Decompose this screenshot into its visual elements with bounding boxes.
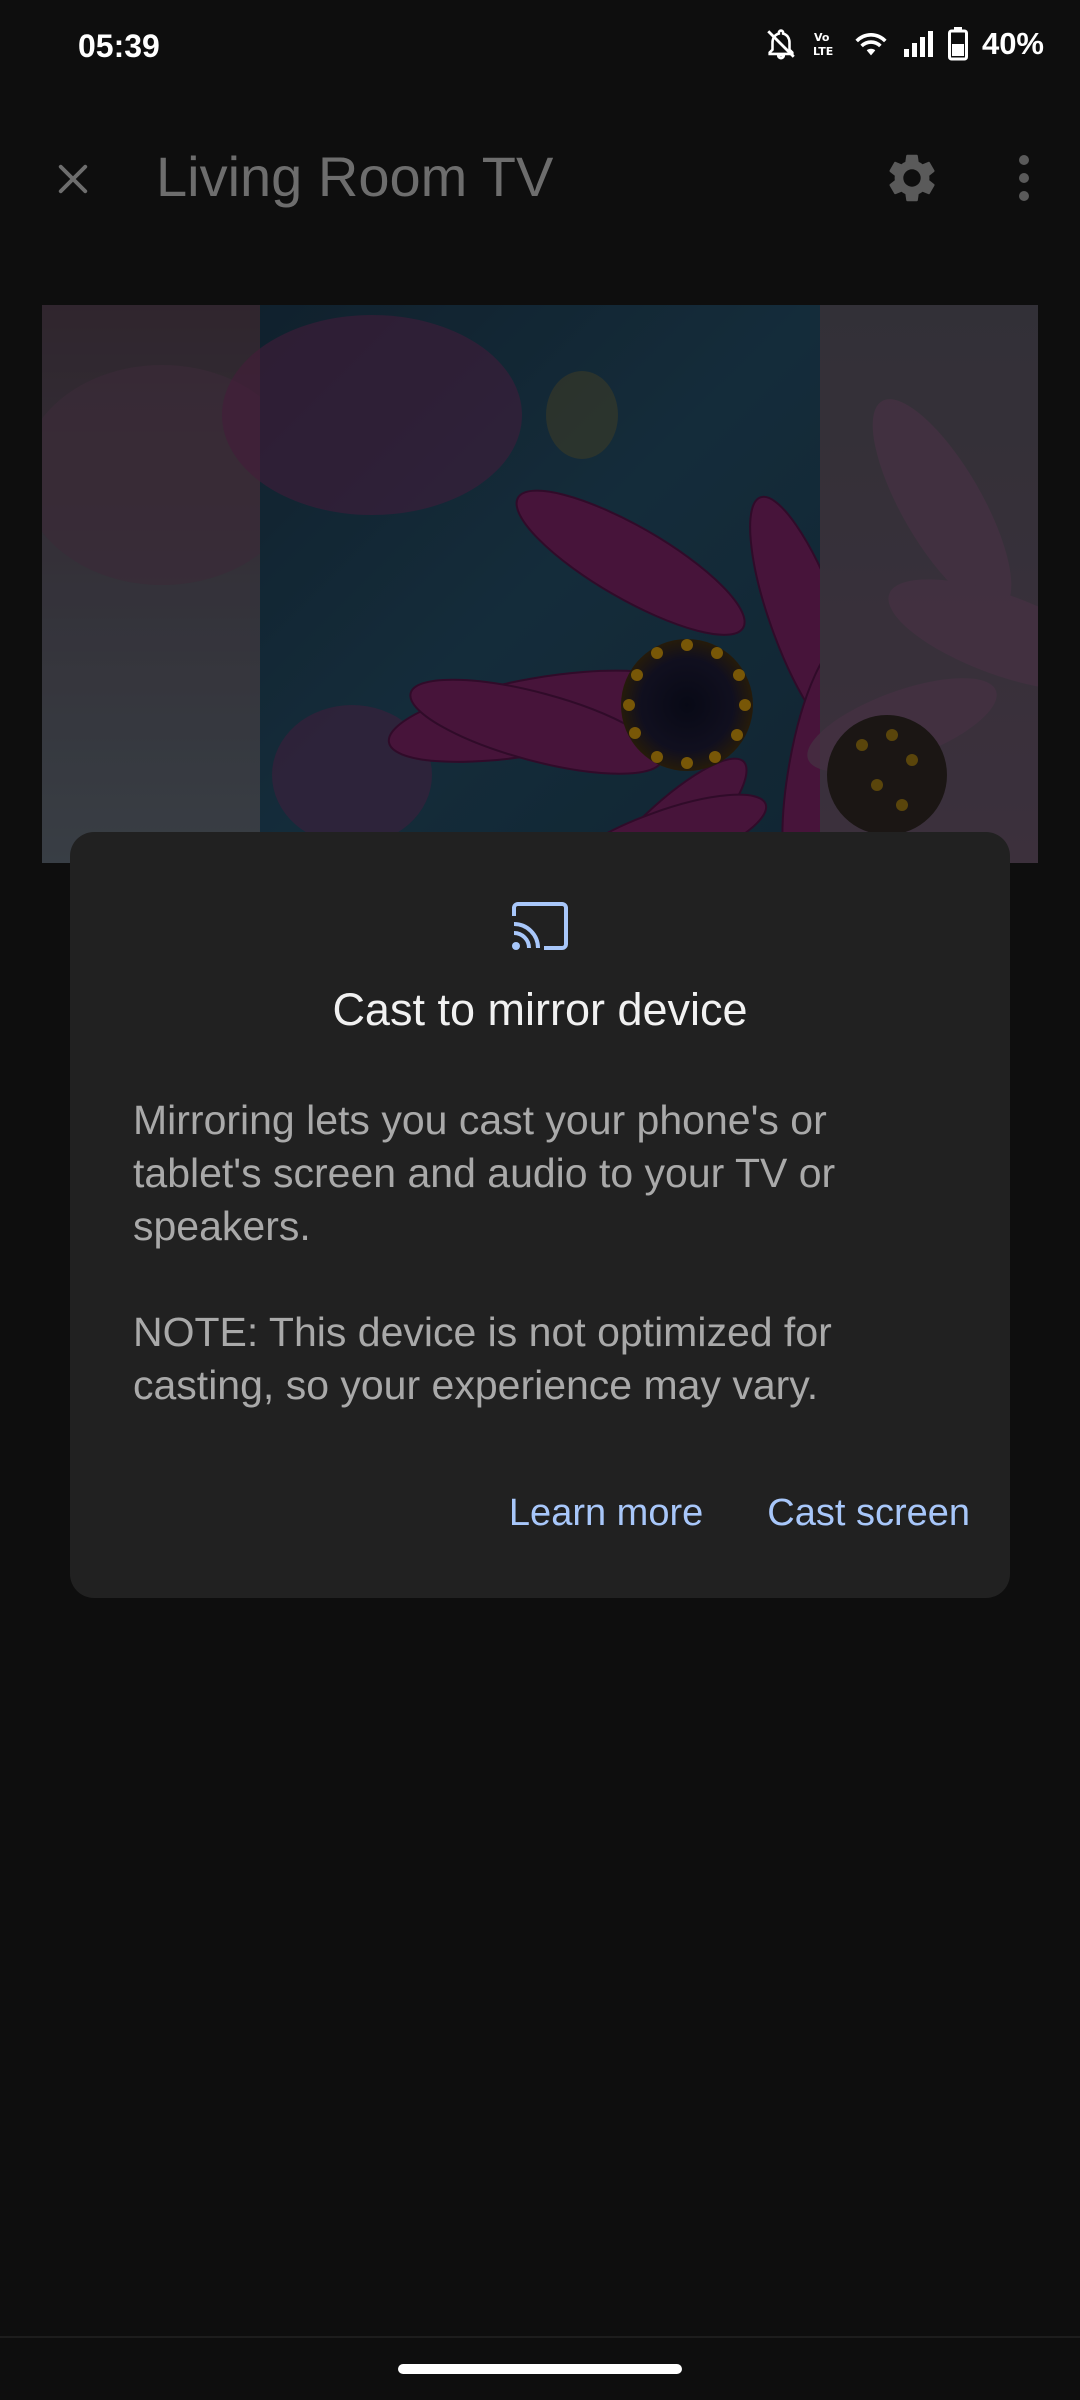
dialog-description: Mirroring lets you cast your phone's or … [133, 1097, 836, 1249]
svg-text:Vo: Vo [814, 31, 830, 44]
dialog-note: NOTE: This device is not optimized for c… [133, 1309, 832, 1408]
battery-icon [947, 27, 968, 61]
volte-icon: Vo LTE [812, 29, 840, 59]
close-icon [52, 158, 94, 205]
wifi-icon [854, 29, 888, 59]
ambient-photo-carousel [42, 305, 1038, 863]
dialog-title: Cast to mirror device [332, 984, 748, 1035]
status-bar: 05:39 Vo LTE 40% [0, 0, 1080, 96]
cast-screen-button[interactable]: Cast screen [767, 1492, 970, 1535]
notifications-off-icon [764, 27, 798, 61]
settings-icon [883, 149, 941, 212]
learn-more-button[interactable]: Learn more [509, 1492, 703, 1535]
app-bar: Living Room TV [0, 120, 1080, 240]
close-button[interactable] [38, 146, 108, 216]
cast-dialog: Cast to mirror device Mirroring lets you… [70, 832, 1010, 1598]
svg-text:LTE: LTE [813, 45, 833, 58]
dialog-actions: Learn more Cast screen [509, 1492, 970, 1535]
home-gesture-handle[interactable] [398, 2364, 682, 2374]
cell-signal-icon [902, 29, 934, 59]
nav-bar-divider [0, 2336, 1080, 2338]
status-time: 05:39 [78, 28, 160, 64]
dialog-body: Mirroring lets you cast your phone's or … [133, 1094, 953, 1412]
settings-button[interactable] [876, 144, 948, 216]
battery-percent: 40% [981, 26, 1044, 61]
more-options-button[interactable] [1000, 144, 1048, 216]
more-vert-icon [1017, 153, 1031, 208]
flower-photo-image [42, 305, 1038, 863]
cast-icon [510, 900, 570, 952]
status-icons: Vo LTE 40% [764, 26, 1044, 62]
page-title: Living Room TV [156, 145, 554, 208]
